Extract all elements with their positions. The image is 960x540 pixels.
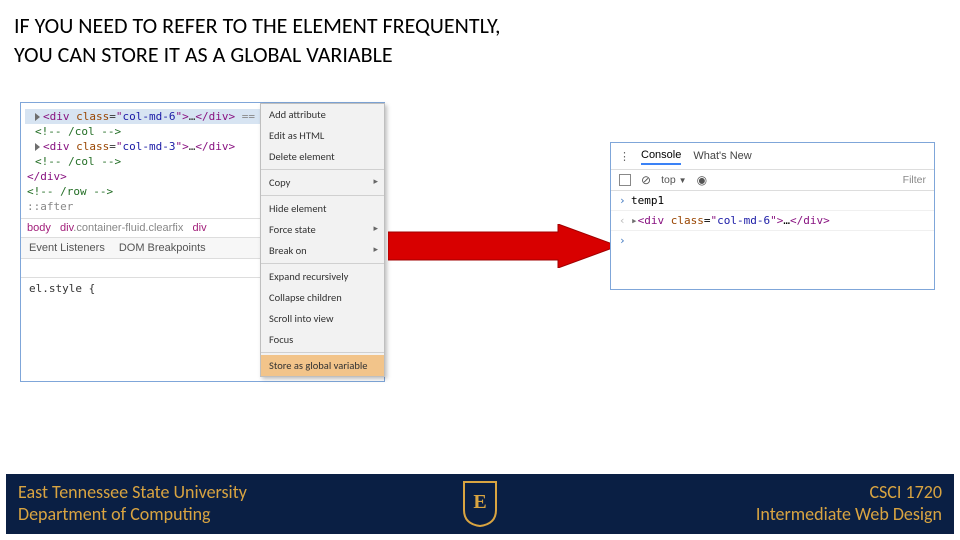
console-prompt[interactable]: › bbox=[611, 231, 934, 250]
course-name: Intermediate Web Design bbox=[756, 504, 942, 526]
console-tabs: ⋮ Console What's New bbox=[611, 143, 934, 170]
separator bbox=[261, 169, 384, 170]
separator bbox=[261, 352, 384, 353]
devtools-console-panel: ⋮ Console What's New ⊘ top▼ ◉ Filter › t… bbox=[610, 142, 935, 290]
tab-event-listeners[interactable]: Event Listeners bbox=[29, 242, 105, 254]
filter-input[interactable]: Filter bbox=[903, 174, 926, 186]
context-dropdown[interactable]: top▼ bbox=[661, 174, 687, 186]
svg-text:E: E bbox=[473, 491, 486, 513]
console-toolbar: ⊘ top▼ ◉ Filter bbox=[611, 170, 934, 191]
slide-title: IF YOU NEED TO REFER TO THE ELEMENT FREQ… bbox=[14, 12, 501, 69]
footer-left: East Tennessee State University Departme… bbox=[18, 482, 247, 525]
console-echo: ▸<div class="col-md-6">…</div> bbox=[631, 214, 830, 227]
ctx-store-as-global[interactable]: Store as global variable bbox=[261, 355, 384, 376]
etsu-logo: E bbox=[460, 480, 500, 528]
title-line-2: YOU CAN STORE IT AS A GLOBAL VARIABLE bbox=[14, 41, 393, 68]
university-name: East Tennessee State University bbox=[18, 482, 247, 504]
tab-console[interactable]: Console bbox=[641, 147, 681, 165]
ctx-hide-element[interactable]: Hide element bbox=[261, 198, 384, 219]
ctx-force-state[interactable]: Force state▸ bbox=[261, 219, 384, 240]
expand-icon[interactable] bbox=[35, 143, 40, 151]
clear-console-icon[interactable]: ⊘ bbox=[641, 173, 651, 187]
chevron-in-icon: › bbox=[619, 234, 631, 247]
console-input-line: › temp1 bbox=[611, 191, 934, 211]
tab-dom-breakpoints[interactable]: DOM Breakpoints bbox=[119, 242, 206, 254]
console-text: temp1 bbox=[631, 194, 664, 207]
department-name: Department of Computing bbox=[18, 504, 247, 526]
tab-whats-new[interactable]: What's New bbox=[693, 148, 751, 164]
chevron-out-icon: ‹ bbox=[619, 214, 631, 227]
separator bbox=[261, 195, 384, 196]
ctx-break-on[interactable]: Break on▸ bbox=[261, 240, 384, 261]
console-output-line: ‹ ▸<div class="col-md-6">…</div> bbox=[611, 211, 934, 231]
ctx-collapse-children[interactable]: Collapse children bbox=[261, 287, 384, 308]
ctx-edit-as-html[interactable]: Edit as HTML bbox=[261, 125, 384, 146]
ctx-scroll-into-view[interactable]: Scroll into view bbox=[261, 308, 384, 329]
submenu-icon: ▸ bbox=[373, 223, 378, 234]
red-arrow bbox=[388, 224, 618, 268]
footer-bar: East Tennessee State University Departme… bbox=[6, 474, 954, 534]
course-code: CSCI 1720 bbox=[756, 482, 942, 504]
separator bbox=[261, 263, 384, 264]
title-line-1: IF YOU NEED TO REFER TO THE ELEMENT FREQ… bbox=[14, 12, 501, 39]
ctx-copy[interactable]: Copy▸ bbox=[261, 172, 384, 193]
ctx-expand-recursively[interactable]: Expand recursively bbox=[261, 266, 384, 287]
ctx-add-attribute[interactable]: Add attribute bbox=[261, 104, 384, 125]
submenu-icon: ▸ bbox=[373, 244, 378, 255]
live-expression-icon[interactable]: ◉ bbox=[697, 173, 707, 187]
footer-right: CSCI 1720 Intermediate Web Design bbox=[756, 482, 942, 525]
kebab-icon[interactable]: ⋮ bbox=[619, 150, 629, 163]
submenu-icon: ▸ bbox=[373, 176, 378, 187]
ctx-focus[interactable]: Focus bbox=[261, 329, 384, 350]
ctx-delete-element[interactable]: Delete element bbox=[261, 146, 384, 167]
chevron-in-icon: › bbox=[619, 194, 631, 207]
context-menu: Add attribute Edit as HTML Delete elemen… bbox=[260, 103, 385, 377]
expand-icon[interactable] bbox=[35, 113, 40, 121]
console-output: › temp1 ‹ ▸<div class="col-md-6">…</div>… bbox=[611, 191, 934, 250]
sidebar-toggle-icon[interactable] bbox=[619, 174, 631, 186]
